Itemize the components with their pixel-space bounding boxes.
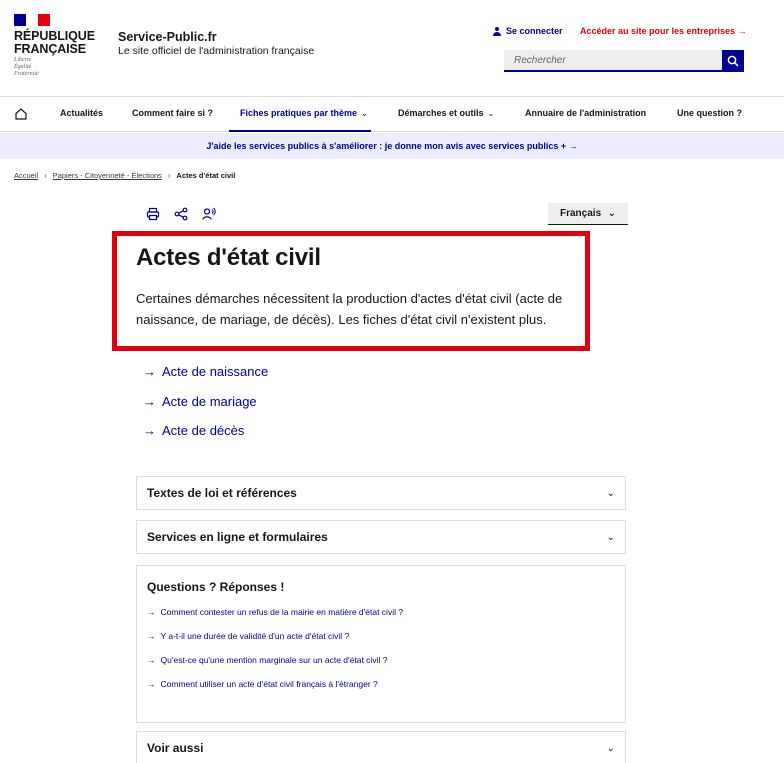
page-title: Actes d'état civil (136, 244, 321, 271)
nav-comment-faire-label: Comment faire si ? (132, 108, 214, 118)
questions-reponses: Questions ? Réponses ! → Comment conteste… (136, 565, 626, 723)
language-value: Français (560, 208, 602, 219)
accordion-label: Voir aussi (147, 741, 204, 755)
link-acte-mariage[interactable]: → Acte de mariage (143, 394, 268, 424)
qa-title: Questions ? Réponses ! (147, 580, 285, 594)
accordion-label: Services en ligne et formulaires (147, 530, 328, 544)
accordion-services-en-ligne[interactable]: Services en ligne et formulaires ⌄ (136, 520, 626, 554)
acte-links: → Acte de naissance → Acte de mariage → Act… (143, 364, 268, 453)
breadcrumb-separator: › (44, 171, 47, 180)
motto-fraternite: Fraternité (14, 71, 39, 77)
chevron-down-icon: ⌄ (606, 742, 615, 754)
site-title[interactable]: Service-Public.fr (118, 30, 217, 44)
qa-link-label: Comment contester un refus de la mairie … (160, 607, 404, 617)
page-intro: Certaines démarches nécessitent la produ… (136, 291, 563, 327)
motto: Liberté Égalité Fraternité (14, 57, 39, 78)
link-acte-naissance[interactable]: → Acte de naissance (143, 364, 268, 394)
chevron-down-icon: ⌄ (606, 531, 615, 543)
breadcrumb-accueil[interactable]: Accueil (14, 171, 38, 180)
login-label: Se connecter (506, 26, 563, 36)
login-link[interactable]: Se connecter (493, 26, 563, 36)
page-tools (146, 207, 216, 221)
republique-francaise-logo[interactable]: RÉPUBLIQUE FRANÇAISE (14, 30, 95, 56)
qa-link-label: Y a-t-il une durée de validité d'un acte… (160, 631, 350, 641)
feedback-banner: J'aide les services publics à s'améliore… (0, 133, 784, 159)
accordion-textes-de-loi[interactable]: Textes de loi et références ⌄ (136, 476, 626, 510)
chevron-down-icon: ⌄ (606, 487, 615, 499)
nav-active-indicator (229, 130, 371, 132)
link-acte-deces[interactable]: → Acte de décès (143, 423, 268, 453)
breadcrumb-separator: › (167, 171, 171, 180)
nav-demarches[interactable]: Démarches et outils ⌄ (398, 108, 494, 118)
arrow-right-icon: → (143, 423, 156, 438)
arrow-right-icon: → (143, 393, 156, 409)
republic-line2: FRANÇAISE (14, 42, 87, 56)
qa-link[interactable]: → Comment utiliser un acte d'état civil f… (147, 678, 615, 702)
arrow-right-icon: → (147, 679, 156, 689)
link-label: Acte de décès (162, 423, 245, 438)
print-icon[interactable] (146, 207, 160, 221)
breadcrumb: Accueil › Papiers - Citoyenneté - Électi… (14, 171, 235, 180)
arrow-right-icon: → (147, 631, 156, 641)
qa-link-label: Qu'est-ce qu'une mention marginale sur u… (160, 655, 388, 665)
enterprise-site-link[interactable]: Accéder au site pour les entreprises → (580, 26, 747, 36)
search-icon (727, 55, 739, 67)
user-icon (493, 26, 501, 36)
chevron-down-icon: ⌄ (487, 108, 495, 118)
nav-fiches-label: Fiches pratiques par thème (240, 108, 358, 118)
chevron-down-icon: ⌄ (361, 108, 368, 118)
qa-link[interactable]: → Y a-t-il une durée de validité d'un act… (147, 630, 615, 654)
nav-actualites-label: Actualités (60, 108, 104, 118)
motto-egalite: Égalité (14, 64, 32, 70)
chevron-down-icon: ⌄ (607, 208, 616, 219)
qa-link-label: Comment utiliser un acte d'état civil fr… (160, 679, 378, 689)
motto-liberte: Liberté (14, 57, 32, 63)
nav-question[interactable]: Une question ? (677, 108, 742, 118)
accordion-label: Textes de loi et références (147, 486, 297, 500)
nav-demarches-label: Démarches et outils (398, 108, 484, 118)
nav-annuaire[interactable]: Annuaire de l'administration (525, 108, 646, 118)
search-button[interactable] (722, 50, 744, 72)
link-label: Acte de naissance (162, 364, 269, 379)
nav-question-label: Une question ? (677, 108, 742, 118)
nav-actualites[interactable]: Actualités (60, 108, 103, 118)
breadcrumb-papiers[interactable]: Papiers - Citoyenneté - Élections (53, 171, 162, 180)
breadcrumb-current: Actes d'état civil (176, 171, 236, 180)
link-label: Acte de mariage (162, 393, 257, 409)
nav-comment-faire[interactable]: Comment faire si ? (132, 108, 213, 118)
accordion-voir-aussi[interactable]: Voir aussi ⌄ (136, 731, 626, 763)
search-input[interactable]: Rechercher (504, 50, 722, 72)
nav-annuaire-label: Annuaire de l'administration (525, 108, 647, 118)
site-header: RÉPUBLIQUE FRANÇAISE Liberté Égalité Fra… (0, 0, 784, 96)
share-icon[interactable] (174, 207, 188, 221)
main-nav: Actualités Comment faire si ? Fiches pra… (0, 96, 784, 132)
french-flag-logo (14, 14, 50, 26)
home-icon[interactable] (14, 107, 28, 121)
feedback-banner-link[interactable]: J'aide les services publics à s'améliore… (206, 141, 577, 151)
qa-link[interactable]: → Qu'est-ce qu'une mention marginale sur … (147, 654, 615, 678)
listen-icon[interactable] (202, 207, 216, 221)
arrow-right-icon: → (147, 655, 156, 665)
nav-fiches-pratiques[interactable]: Fiches pratiques par thème ⌄ (240, 108, 368, 118)
arrow-right-icon: → (147, 607, 156, 617)
language-select[interactable]: Français ⌄ (548, 203, 628, 225)
site-subtitle: Le site officiel de l'administration fra… (118, 45, 315, 57)
qa-link[interactable]: → Comment contester un refus de la mairie… (147, 606, 615, 630)
arrow-right-icon: → (143, 364, 156, 379)
